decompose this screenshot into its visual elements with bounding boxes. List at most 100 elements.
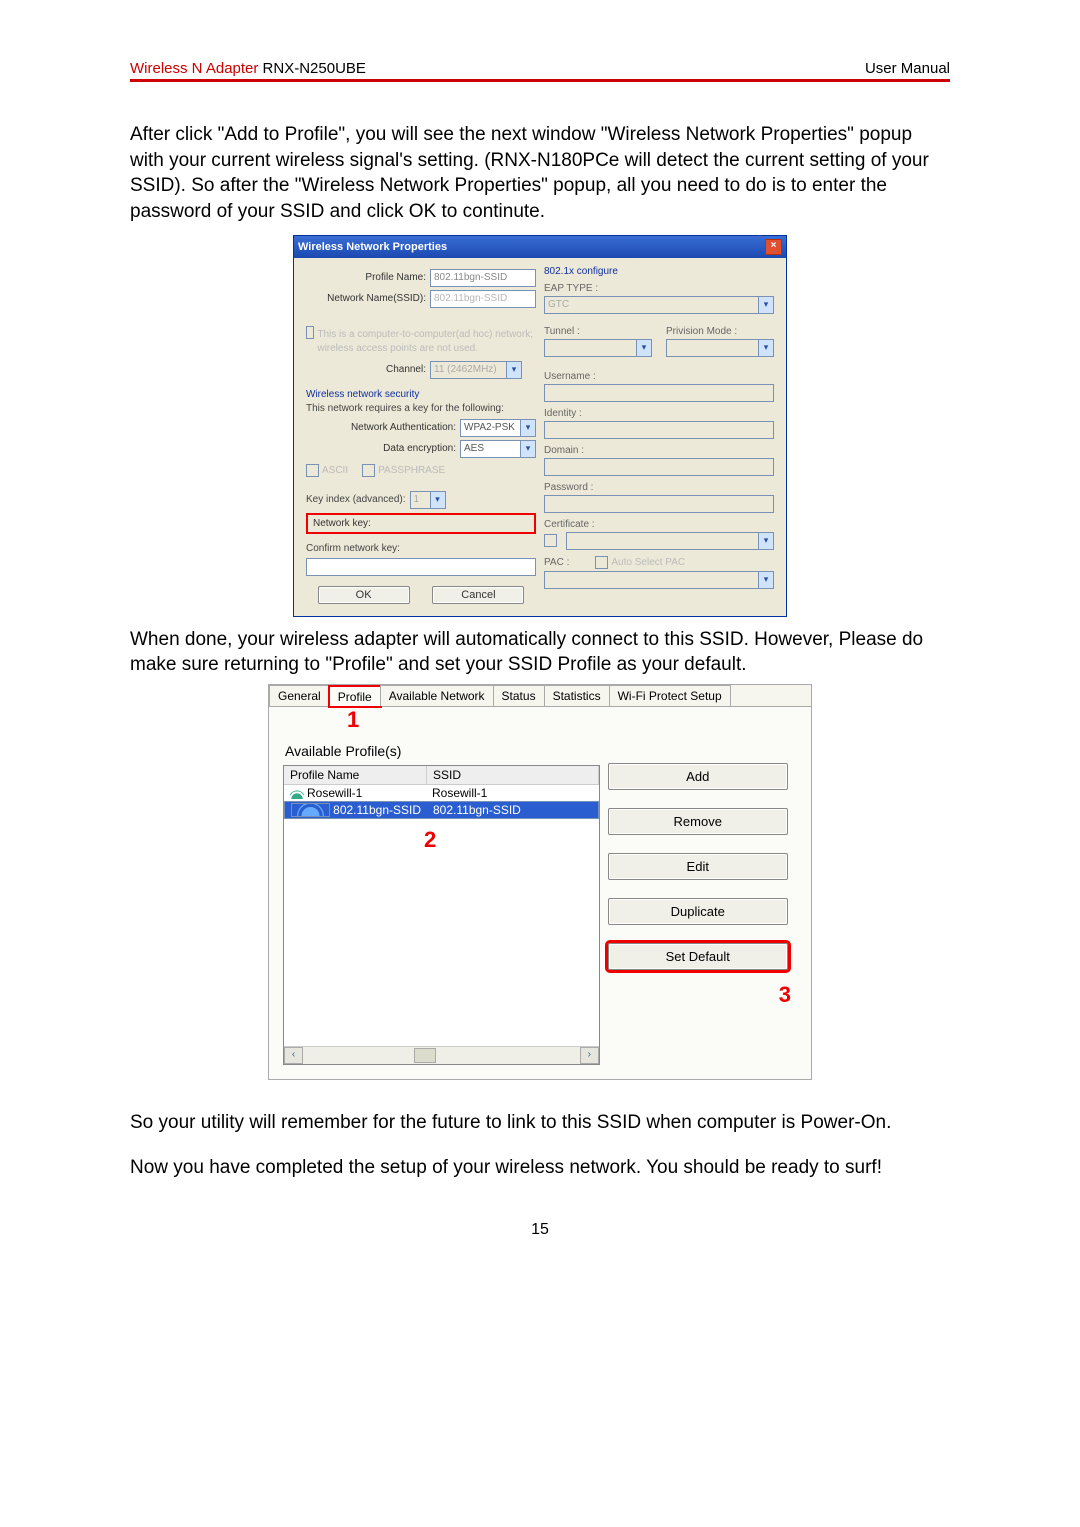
paragraph-1: After click "Add to Profile", you will s…: [130, 122, 950, 225]
list-header: Profile Name SSID: [284, 766, 599, 785]
provision-mode-label: Privision Mode :: [666, 326, 774, 337]
encryption-label: Data encryption:: [306, 443, 460, 454]
keyindex-value: 1: [411, 492, 430, 508]
scroll-left-icon[interactable]: ‹: [284, 1047, 303, 1064]
chevron-down-icon: ▾: [758, 572, 773, 588]
tab-profile[interactable]: Profile: [329, 686, 381, 707]
adhoc-checkbox: [306, 326, 314, 339]
provision-mode-select: ▾: [666, 339, 774, 357]
callout-1: 1: [347, 707, 359, 732]
auth-label: Network Authentication:: [306, 422, 460, 433]
profile-list: Profile Name SSID Rosewill-1 Rosewill-1 …: [283, 765, 600, 1065]
dialog-titlebar: Wireless Network Properties ×: [294, 236, 786, 258]
row-ssid: 802.11bgn-SSID: [427, 802, 598, 818]
domain-input: [544, 458, 774, 476]
username-label: Username :: [544, 371, 774, 382]
eap-type-value: GTC: [545, 297, 758, 313]
paragraph-2: When done, your wireless adapter will au…: [130, 627, 950, 678]
pac-select: ▾: [544, 571, 774, 589]
list-item[interactable]: 802.11bgn-SSID 802.11bgn-SSID: [284, 801, 599, 819]
keyindex-select: 1 ▾: [410, 491, 446, 509]
list-item[interactable]: Rosewill-1 Rosewill-1: [284, 785, 599, 801]
pac-label: PAC :: [544, 557, 569, 568]
certificate-select: ▾: [566, 532, 774, 550]
confirm-key-input[interactable]: [306, 558, 536, 576]
password-label: Password :: [544, 482, 774, 493]
channel-select: 11 (2462MHz) ▾: [430, 361, 522, 379]
certificate-label: Certificate :: [544, 519, 774, 530]
set-default-button[interactable]: Set Default: [608, 943, 788, 970]
close-icon[interactable]: ×: [765, 239, 782, 255]
channel-label: Channel:: [306, 364, 430, 375]
profile-name-input[interactable]: 802.11bgn-SSID: [430, 269, 536, 287]
row-ssid: Rosewill-1: [426, 785, 599, 801]
certificate-checkbox: [544, 534, 557, 547]
chevron-down-icon: ▾: [758, 533, 773, 549]
encryption-select[interactable]: AES ▾: [460, 440, 536, 458]
security-section-label: Wireless network security: [306, 389, 536, 400]
chevron-down-icon: ▾: [636, 340, 651, 356]
remove-button[interactable]: Remove: [608, 808, 788, 835]
autopac-checkbox: [595, 556, 608, 569]
dialog-title-text: Wireless Network Properties: [298, 241, 447, 253]
chevron-down-icon[interactable]: ▾: [520, 441, 535, 457]
wireless-network-properties-dialog: Wireless Network Properties × Profile Na…: [293, 235, 787, 617]
paragraph-4: Now you have completed the setup of your…: [130, 1155, 950, 1181]
8021x-section-title: 802.1x configure: [544, 266, 774, 277]
passphrase-checkbox: [362, 464, 375, 477]
passphrase-label: PASSPHRASE: [378, 465, 445, 476]
eap-type-label: EAP TYPE :: [544, 283, 774, 294]
row-name: 802.11bgn-SSID: [333, 803, 421, 817]
cancel-button[interactable]: Cancel: [432, 586, 524, 604]
page-number: 15: [130, 1221, 950, 1239]
page-header: Wireless N Adapter RNX-N250UBE User Manu…: [130, 60, 950, 82]
username-input: [544, 384, 774, 402]
callout-3: 3: [608, 982, 797, 1008]
tab-wifi-protect-setup[interactable]: Wi-Fi Protect Setup: [609, 685, 731, 706]
adhoc-text: This is a computer-to-computer(ad hoc) n…: [317, 328, 536, 356]
channel-value: 11 (2462MHz): [431, 362, 506, 378]
auth-select[interactable]: WPA2-PSK ▾: [460, 419, 536, 437]
chevron-down-icon[interactable]: ▾: [520, 420, 535, 436]
network-key-highlight: Network key:: [306, 513, 536, 534]
duplicate-button[interactable]: Duplicate: [608, 898, 788, 925]
available-profiles-label: Available Profile(s): [285, 743, 600, 759]
header-left: Wireless N Adapter RNX-N250UBE: [130, 60, 366, 77]
keyindex-label: Key index (advanced):: [306, 493, 406, 507]
col-profile-name[interactable]: Profile Name: [284, 766, 427, 784]
scrollbar-thumb[interactable]: [414, 1048, 436, 1063]
ascii-label: ASCII: [322, 465, 348, 476]
chevron-down-icon: ▾: [506, 362, 521, 378]
identity-input: [544, 421, 774, 439]
paragraph-3: So your utility will remember for the fu…: [130, 1110, 950, 1136]
edit-button[interactable]: Edit: [608, 853, 788, 880]
tab-general[interactable]: General: [269, 685, 330, 706]
chevron-down-icon: ▾: [430, 492, 445, 508]
col-ssid[interactable]: SSID: [427, 766, 599, 784]
wifi-icon: [290, 787, 304, 799]
identity-label: Identity :: [544, 408, 774, 419]
add-button[interactable]: Add: [608, 763, 788, 790]
ascii-checkbox: [306, 464, 319, 477]
tab-status[interactable]: Status: [493, 685, 545, 706]
row-name: Rosewill-1: [307, 786, 362, 800]
product-name-red: Wireless N Adapter: [130, 60, 258, 77]
autopac-label: Auto Select PAC: [611, 557, 685, 568]
auth-value: WPA2-PSK: [461, 420, 520, 436]
scroll-right-icon[interactable]: ›: [580, 1047, 599, 1064]
callout-2: 2: [424, 827, 436, 853]
tunnel-label: Tunnel :: [544, 326, 652, 337]
password-input: [544, 495, 774, 513]
network-name-input[interactable]: 802.11bgn-SSID: [430, 290, 536, 308]
tab-statistics[interactable]: Statistics: [544, 685, 610, 706]
tab-available-network[interactable]: Available Network: [380, 685, 494, 706]
eap-type-select: GTC ▾: [544, 296, 774, 314]
network-key-label: Network key:: [313, 518, 371, 529]
tunnel-select: ▾: [544, 339, 652, 357]
ok-button[interactable]: OK: [318, 586, 410, 604]
profile-panel: General Profile Available Network Status…: [268, 684, 812, 1080]
product-model: RNX-N250UBE: [258, 60, 366, 77]
header-right: User Manual: [865, 60, 950, 77]
tabs-row: General Profile Available Network Status…: [269, 685, 811, 707]
horizontal-scrollbar[interactable]: ‹ ›: [284, 1046, 599, 1064]
